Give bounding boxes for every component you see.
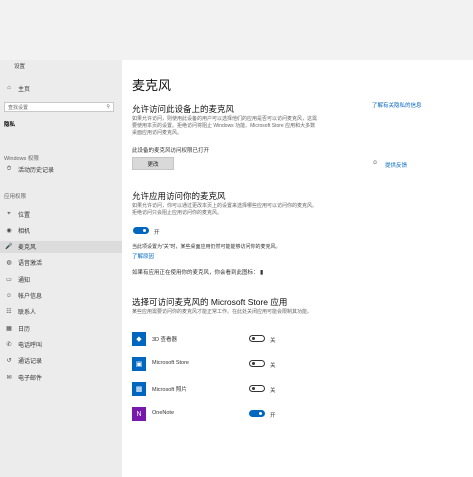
calendar-icon: ▦: [6, 325, 12, 332]
search-icon: ⚲: [106, 104, 110, 110]
app-name: Microsoft 照片: [152, 387, 187, 393]
sidebar-item-home[interactable]: ⌂ 主页: [0, 82, 122, 94]
sidebar-item-label: 麦克风: [18, 245, 37, 252]
store-apps-description: 某些应用需要访问你的麦克风才能正常工作。在此处关闭应用可能会限制其功能。: [132, 309, 313, 315]
photos-icon: ▩: [132, 382, 146, 396]
section-title: 隐私: [4, 122, 16, 128]
app-name: OneNote: [152, 410, 175, 416]
desktop-apps-note: 当此项设置为"关"时，某些桌面应用仍然可能能够访问你的麦克风。: [132, 244, 281, 250]
notifications-icon: ▭: [6, 276, 12, 283]
sidebar-item-calendar[interactable]: ▦ 日历: [0, 322, 122, 334]
app-toggle-state: 关: [270, 388, 276, 394]
3d-viewer-icon: ◆: [132, 332, 146, 346]
app-microphone-toggle[interactable]: [249, 385, 265, 392]
app-toggle-state: 关: [270, 363, 276, 369]
camera-icon: ◉: [6, 227, 12, 234]
feedback-link[interactable]: 提供反馈: [385, 161, 407, 169]
window-title: 设置: [14, 64, 26, 70]
sidebar: 设置 ⌂ 主页 查找设置 ⚲ 隐私 Windows 权限 ⏱ 活动历史记录 应用权…: [0, 60, 122, 477]
voice-activation-icon: ◍: [6, 260, 12, 267]
activity-history-icon: ⏱: [6, 165, 12, 172]
sidebar-item-label: 帐户信息: [18, 294, 43, 300]
call-history-icon: ↺: [6, 358, 12, 365]
windows-permissions-header: Windows 权限: [4, 156, 39, 162]
sidebar-item-label: 日历: [18, 326, 31, 333]
sidebar-item-location[interactable]: ⌖ 位置: [0, 208, 122, 220]
app-toggle-state: 开: [270, 413, 276, 419]
device-access-description: 如果允许访问，则使用此设备的用户可以选择他们的应用是否可以访问麦克风，这需要使用…: [132, 116, 318, 136]
microphone-icon: 🎤: [5, 244, 13, 251]
sidebar-item-label: 通知: [18, 277, 31, 284]
app-access-toggle[interactable]: [133, 227, 149, 234]
app-access-description: 如果允许访问，你可以通过更改本页上的设置来选择哪些应用可以访问你的麦克风。拒绝访…: [132, 203, 318, 216]
account-info-icon: ☺: [5, 292, 13, 299]
store-apps-heading: 选择可访问麦克风的 Microsoft Store 应用: [132, 297, 288, 307]
device-access-status: 此设备的麦克风访问权限已打开: [132, 148, 210, 154]
sidebar-item-label: 主页: [18, 86, 31, 93]
search-input[interactable]: 查找设置 ⚲: [4, 102, 114, 112]
sidebar-item-label: 相机: [18, 228, 31, 235]
app-name: 3D 查看器: [152, 337, 178, 343]
main-content: 麦克风 允许访问此设备上的麦克风 如果允许访问，则使用此设备的用户可以选择他们的…: [122, 60, 473, 477]
sidebar-item-phone-calls[interactable]: ✆ 电话呼叫: [0, 338, 122, 350]
usage-note: 如果有应用正在使用你的麦克风，你会看到此图标： ▮: [132, 270, 264, 276]
sidebar-item-call-history[interactable]: ↺ 通话记录: [0, 355, 122, 367]
app-toggle-state: 关: [270, 338, 276, 344]
app-microphone-toggle[interactable]: [249, 360, 265, 367]
app-microphone-toggle[interactable]: [249, 410, 265, 417]
feedback-icon: ☺: [372, 160, 379, 166]
email-icon: ✉: [6, 374, 12, 381]
sidebar-item-camera[interactable]: ◉ 相机: [0, 224, 122, 236]
app-name: Microsoft Store: [152, 360, 189, 366]
window-chrome: [0, 0, 473, 60]
device-access-heading: 允许访问此设备上的麦克风: [132, 104, 235, 114]
sidebar-item-label: 电子邮件: [18, 375, 43, 382]
sidebar-item-label: 位置: [18, 212, 31, 219]
change-button[interactable]: 更改: [132, 157, 174, 170]
contacts-icon: ☷: [6, 309, 12, 316]
sidebar-item-label: 活动历史记录: [18, 167, 55, 174]
microphone-icon: ▮: [260, 270, 264, 276]
sidebar-item-label: 联系人: [18, 310, 37, 317]
sidebar-item-contacts[interactable]: ☷ 联系人: [0, 306, 122, 318]
sidebar-item-voice-activation[interactable]: ◍ 语音激活: [0, 257, 122, 269]
sidebar-item-account-info[interactable]: ☺ 帐户信息: [0, 290, 122, 302]
sidebar-item-label: 电话呼叫: [18, 342, 43, 349]
sidebar-item-notifications[interactable]: ▭ 通知: [0, 273, 122, 285]
sidebar-item-activity-history[interactable]: ⏱ 活动历史记录: [0, 163, 122, 175]
search-placeholder: 查找设置: [8, 104, 29, 111]
phone-calls-icon: ✆: [6, 341, 12, 348]
store-icon: ▣: [132, 357, 146, 371]
sidebar-item-email[interactable]: ✉ 电子邮件: [0, 371, 122, 383]
home-icon: ⌂: [7, 85, 11, 91]
page-title: 麦克风: [132, 78, 172, 93]
sidebar-item-label: 通话记录: [18, 359, 43, 366]
learn-why-link[interactable]: 了解原因: [132, 252, 154, 260]
onenote-icon: N: [132, 407, 146, 421]
privacy-info-link[interactable]: 了解有关隐私的信息: [372, 101, 422, 109]
app-access-heading: 允许应用访问你的麦克风: [132, 191, 226, 201]
app-access-toggle-state: 开: [154, 230, 160, 236]
location-icon: ⌖: [7, 210, 11, 217]
sidebar-item-label: 语音激活: [18, 261, 43, 268]
app-permissions-header: 应用权限: [4, 194, 27, 200]
app-microphone-toggle[interactable]: [249, 335, 265, 342]
sidebar-item-microphone[interactable]: 🎤 麦克风: [0, 240, 122, 253]
